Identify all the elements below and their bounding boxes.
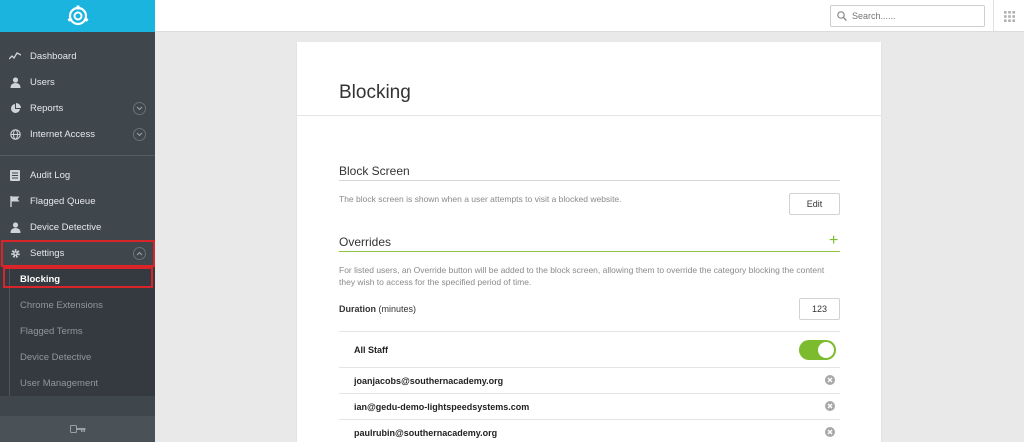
sidebar-item-reports[interactable]: Reports [0,95,155,121]
settings-highlight-box [1,240,155,267]
sidebar-subitem-chrome-extensions[interactable]: Chrome Extensions [0,292,155,318]
remove-user-button[interactable] [825,401,835,411]
sidebar: Dashboard Users Reports Internet Access … [0,0,155,442]
sidebar-item-users[interactable]: Users [0,69,155,95]
duration-label-text: Duration [339,304,376,314]
all-staff-label: All Staff [354,345,389,355]
sidebar-item-label: Users [30,76,55,88]
block-screen-heading: Block Screen [339,164,410,178]
sidebar-item-internet-access[interactable]: Internet Access [0,121,155,147]
row-divider [339,393,840,394]
sidebar-item-audit-log[interactable]: Audit Log [0,162,155,188]
chevron-down-icon[interactable] [133,127,146,141]
toggle-knob [818,342,834,358]
sidebar-subitem-user-management[interactable]: User Management [0,370,155,396]
duration-unit: (minutes) [378,304,417,314]
main-card: Blocking Block Screen The block screen i… [297,42,881,442]
sidebar-item-dashboard[interactable]: Dashboard [0,43,155,69]
duration-label: Duration (minutes) [339,304,416,314]
close-icon [827,403,833,409]
sidebar-subitem-flagged-terms[interactable]: Flagged Terms [0,318,155,344]
chevron-down-icon[interactable] [133,101,146,115]
sidebar-subitem-label: User Management [20,377,99,389]
overrides-description: For listed users, an Override button wil… [339,265,825,287]
sidebar-footer[interactable] [0,416,155,442]
lightspeed-logo-icon [67,5,88,26]
search-box[interactable] [830,5,985,27]
pie-chart-icon [0,102,30,114]
list-icon [0,169,30,181]
sidebar-subitem-device-detective[interactable]: Device Detective [0,344,155,370]
user-icon [0,76,30,88]
sidebar-item-label: Device Detective [30,221,102,233]
override-user-row: joanjacobs@southernacademy.org [354,376,504,386]
overrides-heading: Overrides [339,235,392,249]
sidebar-item-label: Dashboard [30,50,77,62]
apps-grid-button[interactable] [993,0,1024,32]
page-title: Blocking [339,82,411,103]
overrides-divider [339,251,840,252]
override-user-row: paulrubin@southernacademy.org [354,428,498,438]
duration-input[interactable] [799,298,840,320]
sidebar-item-flagged-queue[interactable]: Flagged Queue [0,188,155,214]
remove-user-button[interactable] [825,427,835,437]
block-screen-description: The block screen is shown when a user at… [339,194,622,204]
override-user-row: ian@gedu-demo-lightspeedsystems.com [354,402,530,412]
logo-bar[interactable] [0,0,155,32]
title-divider [297,115,881,116]
block-screen-divider [339,180,840,181]
sidebar-item-label: Audit Log [30,169,71,181]
sidebar-item-label: Flagged Queue [30,195,96,207]
top-bar [155,0,1024,32]
edit-button[interactable]: Edit [789,193,840,215]
add-override-button[interactable]: + [829,233,838,249]
flag-icon [0,195,30,207]
search-input[interactable] [852,11,972,21]
user-icon [0,221,30,233]
sidebar-subitem-label: Chrome Extensions [20,299,103,311]
row-divider [339,367,840,368]
sidebar-item-device-detective[interactable]: Device Detective [0,214,155,240]
close-icon [827,429,833,435]
sidebar-item-label: Reports [30,102,64,114]
all-staff-toggle[interactable] [799,340,836,360]
close-icon [827,377,833,383]
sidebar-subitem-label: Flagged Terms [20,325,83,337]
sidebar-item-label: Internet Access [30,128,95,140]
row-divider [339,419,840,420]
globe-icon [0,128,30,140]
key-icon [69,425,85,433]
grid-icon [1003,10,1015,22]
blocking-highlight-box [3,267,153,288]
sidebar-divider [0,155,155,156]
search-icon [837,11,847,21]
sidebar-subitem-label: Device Detective [20,351,92,363]
remove-user-button[interactable] [825,375,835,385]
chart-line-icon [0,51,30,61]
row-divider [339,331,840,332]
